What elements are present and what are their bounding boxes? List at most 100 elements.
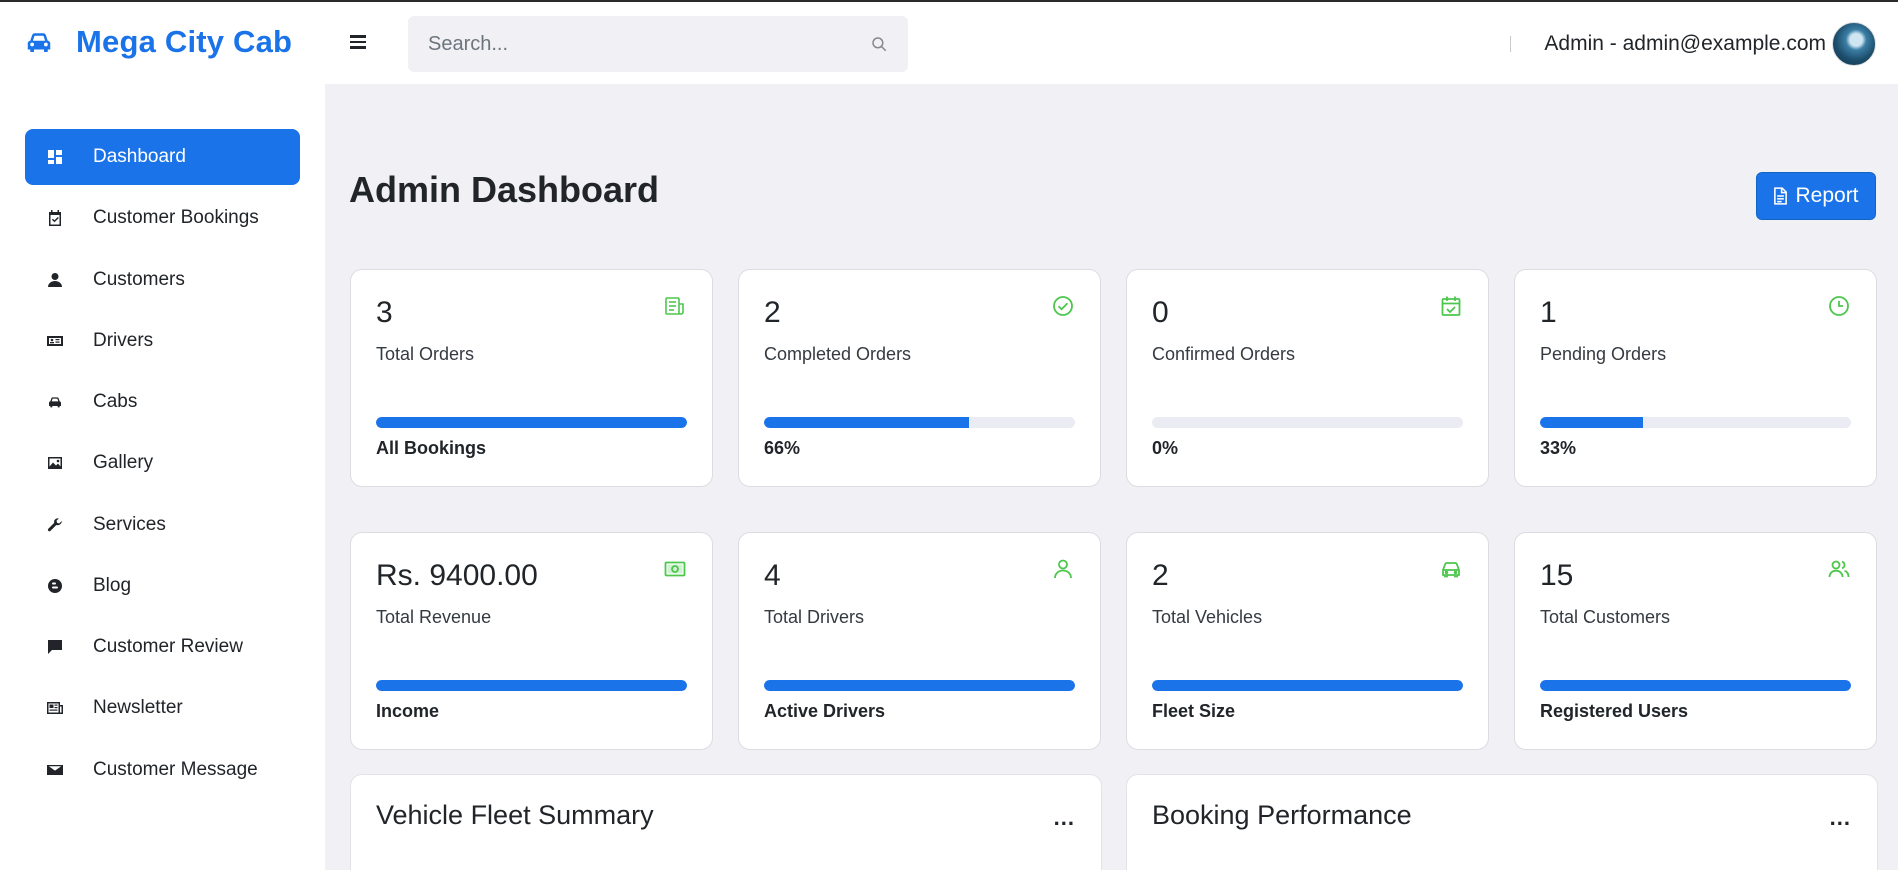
panel-title: Booking Performance [1152,800,1412,830]
sidebar-item-drivers[interactable]: Drivers [25,313,300,369]
sidebar-item-services[interactable]: Services [25,497,300,553]
check-circle-icon [1052,295,1074,317]
panel-vehicle-fleet-summary: Vehicle Fleet Summary ... [350,774,1102,870]
stat-card-pending-orders: 1 Pending Orders 33% [1514,269,1877,487]
sidebar-item-cabs[interactable]: Cabs [25,374,300,430]
progress-bar [1540,680,1851,691]
report-button-label: Report [1795,184,1859,207]
car-icon [1440,558,1462,580]
stat-footer: Income [376,701,440,721]
stat-card-total-drivers: 4 Total Drivers Active Drivers [738,532,1101,750]
stat-label: Pending Orders [1540,344,1667,364]
stat-footer: Active Drivers [764,701,886,721]
stat-label: Total Drivers [764,607,865,627]
stat-value: 2 [1152,559,1169,592]
brand-name: Mega City Cab [76,24,293,59]
stat-footer: 33% [1540,438,1577,458]
panel-booking-performance: Booking Performance ... [1126,774,1878,870]
panel-title: Vehicle Fleet Summary [376,800,654,830]
report-button[interactable]: Report [1756,172,1876,220]
id-card-icon [47,333,63,349]
sidebar-item-newsletter[interactable]: Newsletter [25,680,300,736]
sidebar-item-label: Customer Message [93,759,258,780]
sidebar-item-label: Customer Bookings [93,207,259,228]
stat-value: 3 [376,296,393,329]
sidebar-item-label: Services [93,514,166,535]
envelope-icon [47,762,63,778]
progress-bar [376,417,687,428]
sidebar-item-label: Blog [93,575,132,596]
wrench-icon [47,517,63,533]
sidebar-item-label: Newsletter [93,697,183,718]
stat-card-total-revenue: Rs. 9400.00 Total Revenue Income [350,532,713,750]
stat-value: 0 [1152,296,1169,329]
progress-bar [1540,417,1851,428]
sidebar-item-dashboard[interactable]: Dashboard [25,129,300,185]
document-icon [1774,187,1788,205]
progress-bar [1152,680,1463,691]
brand-logo[interactable]: Mega City Cab [24,24,292,60]
stat-card-completed-orders: 2 Completed Orders 66% [738,269,1101,487]
sidebar-item-label: Drivers [93,330,154,351]
stat-value: 15 [1540,559,1574,592]
receipt-icon [664,295,686,317]
stat-card-total-orders: 3 Total Orders All Bookings [350,269,713,487]
stat-label: Total Revenue [376,607,492,627]
stat-label: Confirmed Orders [1152,344,1296,364]
sidebar-item-customers[interactable]: Customers [25,252,300,308]
stat-footer: 0% [1152,438,1179,458]
sidebar-item-customer-bookings[interactable]: Customer Bookings [25,190,300,246]
progress-bar [764,680,1075,691]
search-bar [408,16,908,72]
header-divider [1510,36,1511,52]
sidebar: Dashboard Customer Bookings Customers Dr… [0,84,325,870]
dashboard-icon [47,149,63,165]
sidebar-item-label: Customer Review [93,636,243,657]
avatar[interactable] [1832,22,1876,66]
sidebar-item-gallery[interactable]: Gallery [25,435,300,491]
person-icon [47,272,63,288]
search-icon[interactable] [870,35,888,53]
stat-value: 2 [764,296,781,329]
people-icon [1828,558,1850,580]
clock-icon [1828,295,1850,317]
sidebar-item-label: Cabs [93,391,138,412]
stat-label: Completed Orders [764,344,912,364]
more-options-button[interactable]: ... [1830,805,1851,831]
sidebar-item-label: Gallery [93,452,154,473]
chat-icon [47,639,63,655]
blog-icon [47,578,63,594]
sidebar-item-label: Customers [93,269,185,290]
car-icon [24,27,54,57]
stat-card-confirmed-orders: 0 Confirmed Orders 0% [1126,269,1489,487]
progress-bar [376,680,687,691]
main-content: Admin Dashboard Report 3 Total Orders Al… [325,84,1898,870]
stat-label: Total Customers [1540,607,1671,627]
calendar-check-icon [1440,295,1462,317]
stat-footer: All Bookings [376,438,487,458]
sidebar-item-customer-message[interactable]: Customer Message [25,742,300,798]
stat-footer: Fleet Size [1152,701,1236,721]
user-menu[interactable]: Admin - admin@example.com [1544,22,1876,66]
sidebar-item-blog[interactable]: Blog [25,558,300,614]
menu-toggle-button[interactable] [350,32,372,54]
image-icon [47,455,63,471]
stat-card-total-vehicles: 2 Total Vehicles Fleet Size [1126,532,1489,750]
newspaper-icon [47,700,63,716]
search-input[interactable] [408,32,848,56]
car-icon [47,394,63,410]
sidebar-item-customer-review[interactable]: Customer Review [25,619,300,675]
stat-footer: 66% [764,438,801,458]
stat-label: Total Orders [376,344,475,364]
cash-icon [664,558,686,580]
stat-value: 1 [1540,296,1557,329]
user-name: Admin - admin@example.com [1544,32,1826,55]
more-options-button[interactable]: ... [1054,805,1075,831]
progress-bar [1152,417,1463,428]
person-icon [1052,558,1074,580]
stat-label: Total Vehicles [1152,607,1263,627]
stat-card-total-customers: 15 Total Customers Registered Users [1514,532,1877,750]
stat-value: 4 [764,559,781,592]
progress-bar [764,417,1075,428]
top-header: Mega City Cab Admin - admin@example.com [0,2,1898,84]
